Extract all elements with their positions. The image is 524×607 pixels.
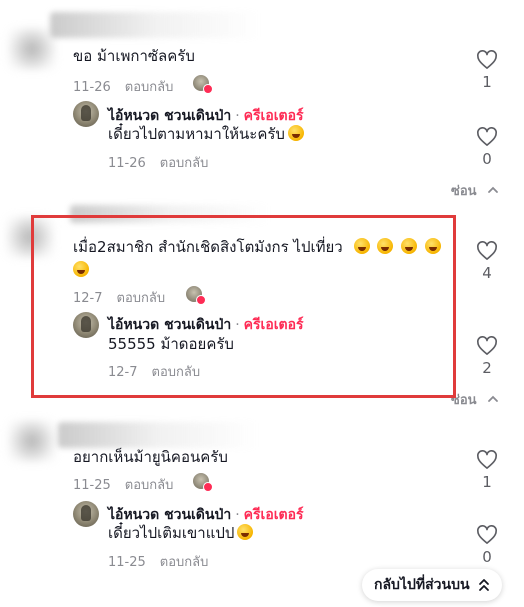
like-count: 1: [482, 73, 492, 91]
creator-badge: ครีเอเตอร์: [243, 507, 304, 523]
reply-text-content: เดี๋ยวไปเติมเขาแปป: [108, 524, 235, 542]
like-heart-icon[interactable]: [476, 127, 498, 147]
reply-date: 11-25: [108, 555, 146, 570]
chevron-up-icon: [488, 395, 498, 402]
like-heart-icon[interactable]: [476, 450, 498, 470]
reply-text: เดี๋ยวไปเติมเขาแปป: [108, 522, 254, 544]
back-to-top-label: กลับไปที่ส่วนบน: [374, 577, 470, 593]
grinning-face-icon: [237, 524, 254, 540]
like-count: 0: [482, 548, 492, 566]
reply-button[interactable]: ตอบกลับ: [125, 80, 174, 95]
reply-author-name: ไอ้หนวด ชวนเดินป่า: [108, 108, 232, 124]
reply-button[interactable]: ตอบกลับ: [125, 478, 174, 493]
reply-text: เดี๋ยวไปตามหามาให้นะครับ: [108, 123, 304, 145]
back-to-top-button[interactable]: กลับไปที่ส่วนบน: [362, 569, 502, 601]
reply-author-name: ไอ้หนวด ชวนเดินป่า: [108, 507, 232, 523]
like-heart-icon[interactable]: [476, 50, 498, 70]
highlight-box: [31, 215, 456, 398]
comment-text: อยากเห็นม้ายูนิคอนครับ: [73, 448, 228, 466]
reply-meta: 11-25 ตอบกลับ: [108, 551, 208, 572]
like-count: 0: [482, 150, 492, 168]
like-heart-icon[interactable]: [476, 241, 498, 261]
creator-badge: ครีเอเตอร์: [243, 108, 304, 124]
like-heart-icon[interactable]: [476, 336, 498, 356]
hide-replies-button[interactable]: ซ่อน: [451, 389, 499, 410]
blurred-username: [58, 422, 258, 448]
reply-button[interactable]: ตอบกลับ: [160, 555, 209, 570]
grinning-face-icon: [287, 125, 304, 141]
blurred-username: [50, 12, 260, 38]
like-count: 1: [482, 473, 492, 491]
comment-text: ขอ ม้าเพกาซัลครับ: [73, 47, 195, 65]
chevron-up-icon: [488, 186, 498, 193]
like-count: 2: [482, 359, 492, 377]
comment-meta: 11-26 ตอบกลับ: [73, 76, 173, 97]
reply-text-content: เดี๋ยวไปตามหามาให้นะครับ: [108, 125, 285, 143]
double-chevron-up-icon: [478, 579, 489, 591]
reply-meta: 11-26 ตอบกลับ: [108, 152, 208, 173]
reply-date: 11-26: [108, 156, 146, 171]
hide-replies-button[interactable]: ซ่อน: [451, 180, 499, 201]
commenter-avatar[interactable]: [8, 420, 56, 462]
reply-avatar[interactable]: [73, 101, 99, 127]
commenter-avatar[interactable]: [8, 28, 56, 70]
comment-meta: 11-25 ตอบกลับ: [73, 474, 173, 495]
reply-avatar[interactable]: [73, 501, 99, 527]
reply-button[interactable]: ตอบกลับ: [160, 156, 209, 171]
creator-liked-heart-icon: [203, 482, 213, 492]
creator-liked-heart-icon: [203, 84, 213, 94]
comment-date: 11-25: [73, 478, 111, 493]
hide-label: ซ่อน: [451, 184, 477, 199]
comment-date: 11-26: [73, 80, 111, 95]
like-count: 4: [482, 264, 492, 282]
like-heart-icon[interactable]: [476, 525, 498, 545]
